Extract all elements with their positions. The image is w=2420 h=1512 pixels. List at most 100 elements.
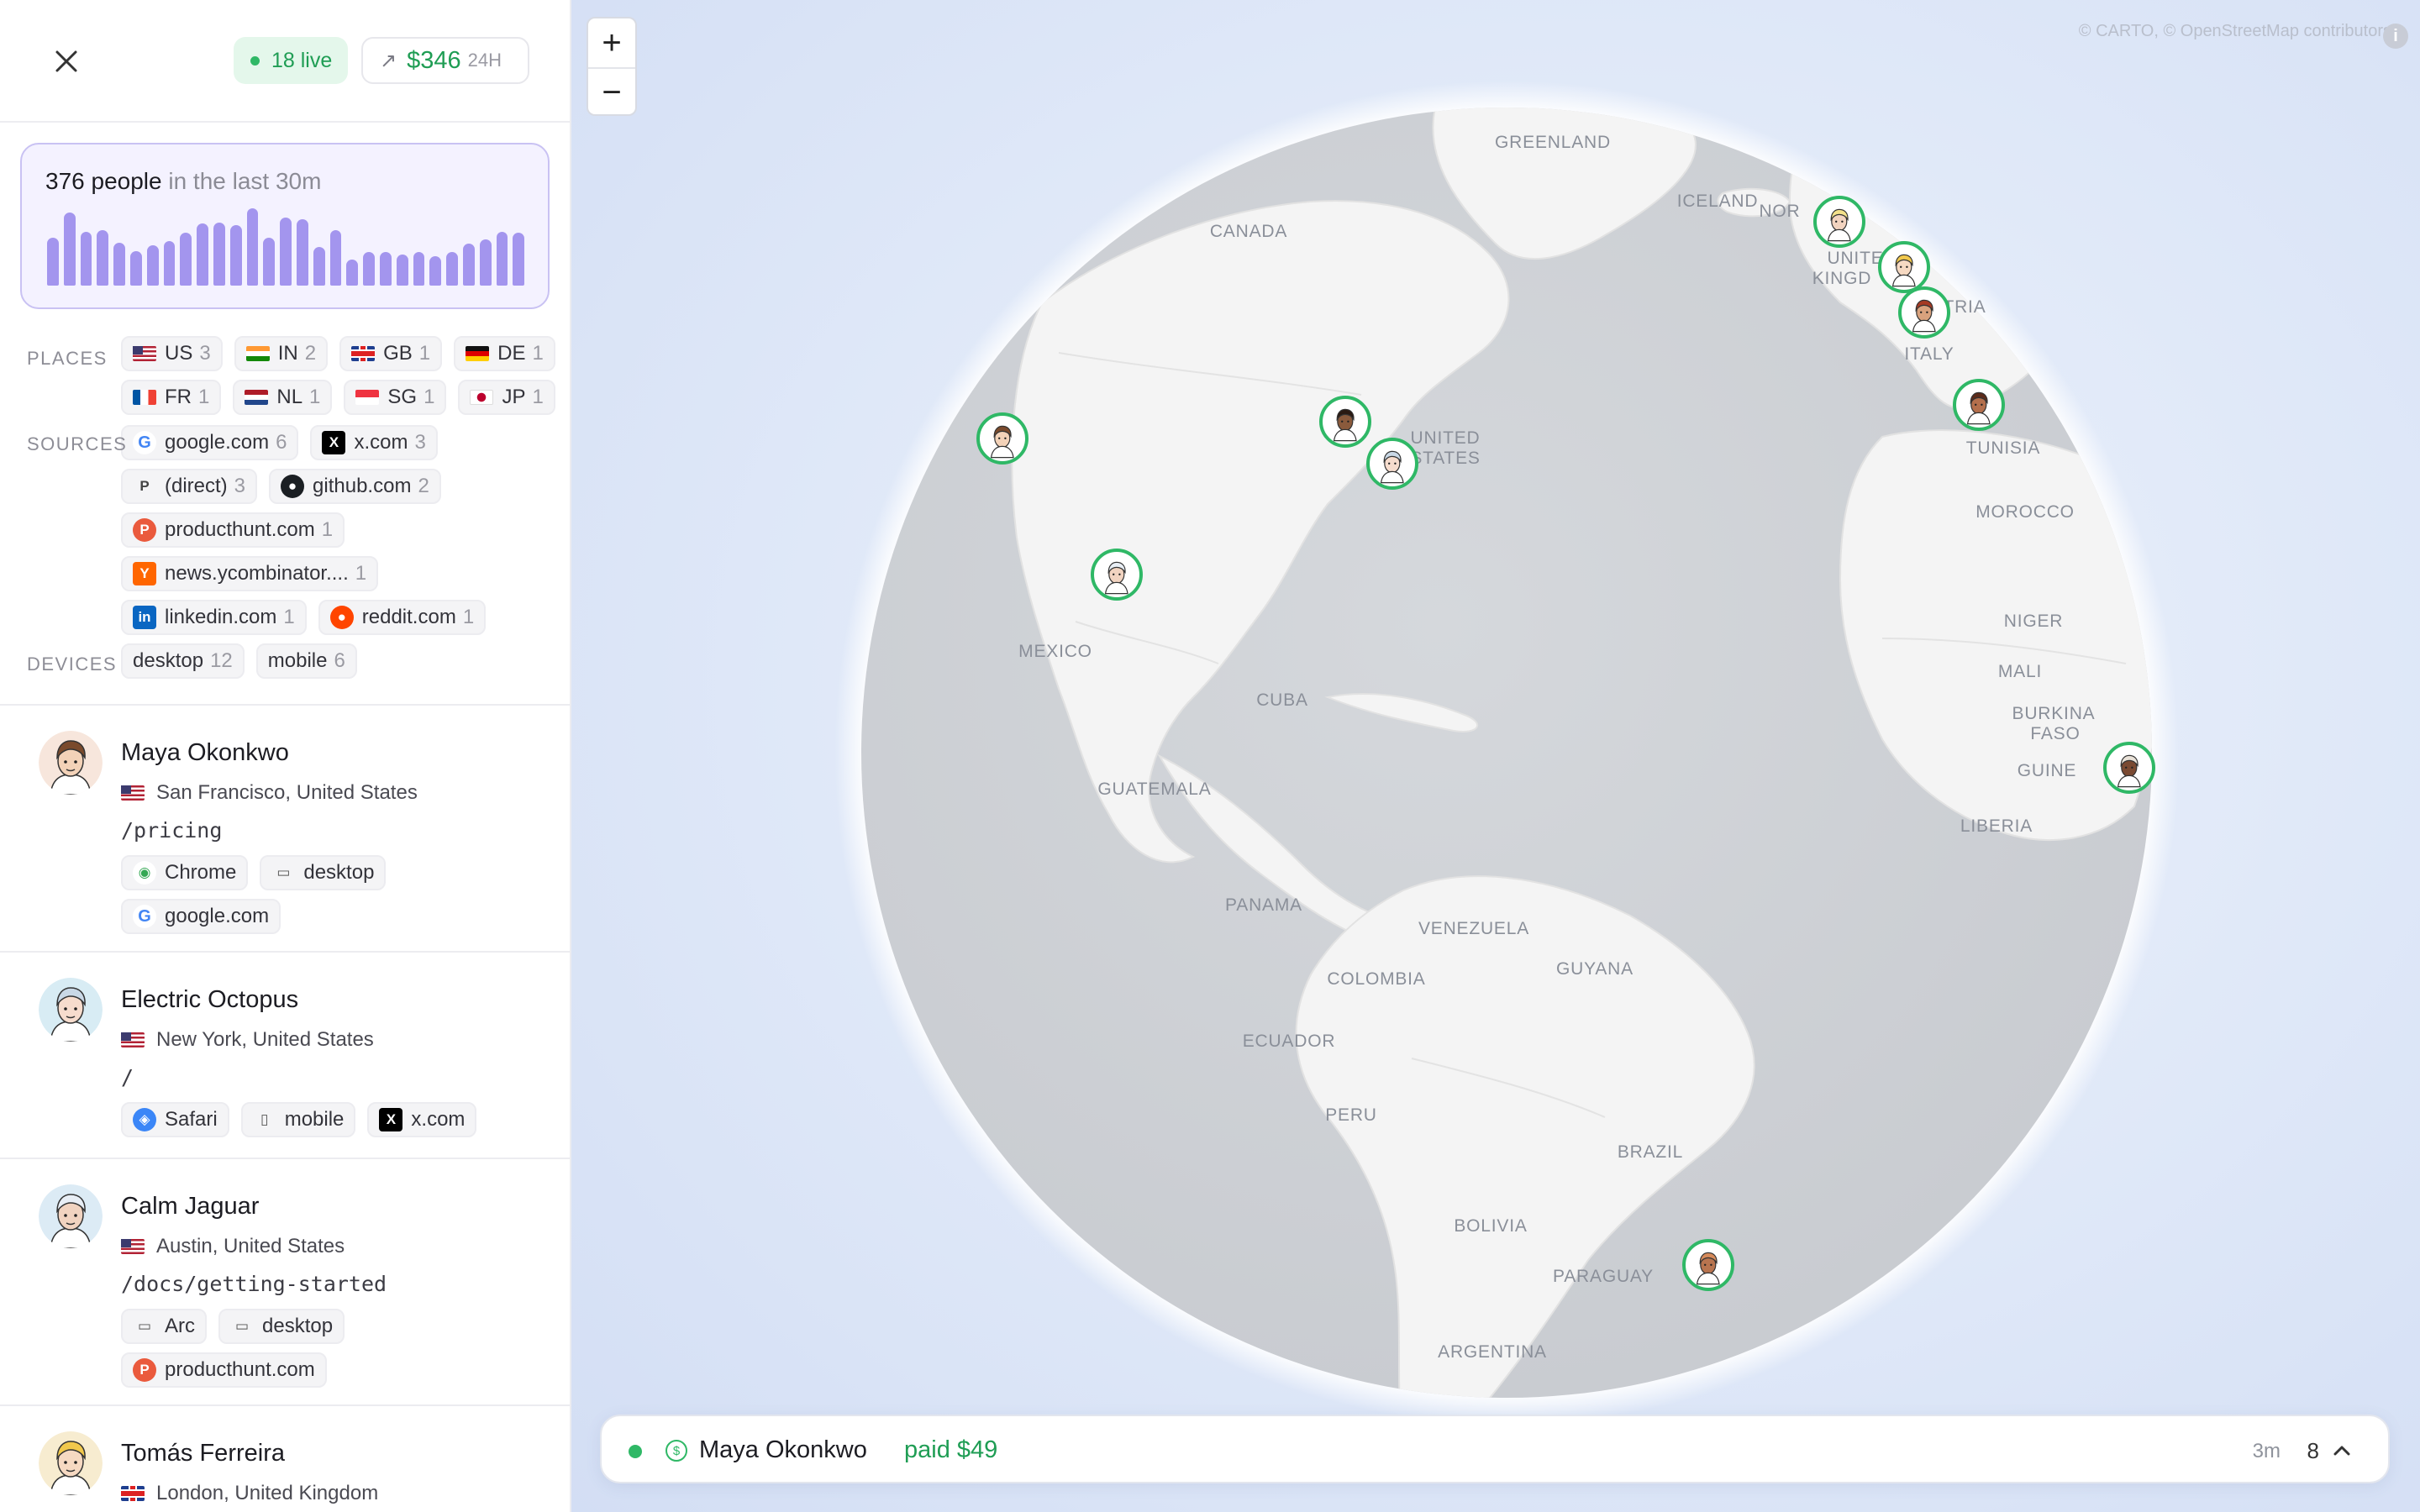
source-chip-count: 2 (418, 475, 429, 497)
country-label: BURKINA (2012, 704, 2096, 723)
revenue-badge[interactable]: ↗ $346 24H (361, 37, 529, 84)
map-attribution[interactable]: © CARTO, © OpenStreetMap contributors (2079, 22, 2391, 41)
devices-label: DEVICES (27, 654, 118, 675)
zoom-in-button[interactable]: + (588, 18, 635, 67)
country-label: BOLIVIA (1454, 1216, 1527, 1236)
device-chip-desktop[interactable]: desktop 12 (121, 643, 245, 679)
globe-map[interactable]: GREENLAND ICELAND NOR CANADA UNITE KINGD TRIA I… (571, 0, 2420, 1512)
visitor-marker[interactable] (1898, 286, 1950, 339)
flag-gb-icon (351, 346, 376, 361)
device-tag-label: mobile (284, 1108, 345, 1131)
source-chip[interactable]: ● reddit.com 1 (318, 600, 487, 635)
visitor-marker[interactable] (1953, 379, 2005, 431)
filters: PLACES US 3 IN 2 GB 1 DE 1 FR 1 NL 1 SG 1 JP 1 SOURCES … (0, 336, 570, 1512)
browser-tag[interactable]: ◉ Chrome (121, 855, 249, 890)
source-chip-label: (direct) (165, 475, 228, 497)
device-chip-mobile-count: 6 (334, 649, 345, 672)
source-tag[interactable]: Xx.com (367, 1102, 477, 1137)
place-chip-in[interactable]: IN 2 (234, 336, 329, 371)
browser-tag-label: Arc (165, 1315, 195, 1337)
live-count-badge[interactable]: 18 live (234, 37, 348, 84)
country-label: UNITED (1411, 428, 1481, 448)
place-chip-nl[interactable]: NL 1 (233, 380, 333, 415)
place-chip-de-label: DE (497, 342, 526, 365)
chrome-icon: ◉ (133, 861, 156, 885)
visitor-location-text: Austin, United States (156, 1235, 345, 1257)
traffic-bar (80, 232, 92, 286)
app-root: 18 live ↗ $346 24H 376 people in the las… (0, 0, 2420, 1512)
visitor-card[interactable]: Calm Jaguar Austin, United States/docs/ge… (0, 1159, 570, 1406)
source-chip[interactable]: ● github.com 2 (269, 469, 441, 504)
place-chip-jp[interactable]: JP 1 (458, 380, 555, 415)
flag-us-icon (121, 1239, 145, 1254)
source-tag[interactable]: Pproducthunt.com (121, 1352, 327, 1388)
traffic-bar (280, 218, 292, 286)
place-chip-gb[interactable]: GB 1 (339, 336, 443, 371)
zoom-out-button[interactable]: − (588, 67, 635, 116)
browser-tag[interactable]: ▭ Arc (121, 1309, 207, 1344)
country-label: CUBA (1256, 690, 1308, 710)
traffic-bar (329, 230, 342, 286)
device-chip-mobile[interactable]: mobile 6 (255, 643, 357, 679)
country-label: GREENLAND (1495, 133, 1611, 152)
place-chip-fr[interactable]: FR 1 (121, 380, 222, 415)
traffic-bar (197, 223, 208, 286)
device-chip-desktop-label: desktop (133, 649, 204, 672)
device-tag[interactable]: ▭ desktop (218, 1309, 345, 1344)
source-chip[interactable]: Ggoogle.com 6 (121, 425, 299, 460)
live-count-label: 18 live (271, 48, 333, 72)
visitor-card[interactable]: Maya Okonkwo San Francisco, United States… (0, 706, 570, 953)
source-chip-count: 1 (462, 606, 475, 628)
visitor-marker[interactable] (2103, 742, 2155, 794)
country-label: ECUADOR (1243, 1032, 1336, 1051)
place-chip-us[interactable]: US 3 (121, 336, 223, 371)
country-label: MEXICO (1018, 642, 1092, 661)
source-chip[interactable]: Xx.com 3 (310, 425, 438, 460)
device-tag[interactable]: ▯ mobile (240, 1102, 356, 1137)
traffic-bar (313, 247, 325, 286)
info-icon[interactable]: i (2383, 24, 2408, 49)
visitor-marker[interactable] (1366, 438, 1418, 490)
place-chip-de[interactable]: DE 1 (454, 336, 555, 371)
country-label: NOR (1759, 202, 1800, 221)
visitor-card[interactable]: Electric Octopus New York, United States /… (0, 953, 570, 1159)
traffic-headline: 376 people in the last 30m (45, 168, 321, 195)
place-chip-sg[interactable]: SG 1 (344, 380, 447, 415)
source-chip[interactable]: Pproducthunt.com 1 (121, 512, 345, 548)
device-tag-label: desktop (303, 861, 375, 884)
github-icon: ● (281, 475, 305, 498)
visitor-marker[interactable] (976, 412, 1028, 465)
visitor-marker[interactable] (1682, 1239, 1734, 1291)
visitor-marker[interactable] (1319, 396, 1371, 448)
source-chip-label: news.ycombinator.... (165, 562, 349, 585)
country-label: GUINE (2018, 761, 2077, 780)
device-tag-label: desktop (262, 1315, 334, 1337)
visitor-marker[interactable] (1878, 241, 1930, 293)
traffic-card[interactable]: 376 people in the last 30m (20, 143, 550, 309)
device-chip-mobile-label: mobile (267, 649, 328, 672)
place-chip-nl-label: NL (276, 386, 303, 408)
source-chip-count: 1 (321, 518, 334, 541)
source-chip[interactable]: P (direct) 3 (121, 469, 258, 504)
visitor-marker[interactable] (1091, 549, 1143, 601)
browser-tag[interactable]: ◈ Safari (121, 1102, 229, 1137)
source-chip[interactable]: Ynews.ycombinator.... 1 (121, 556, 379, 591)
flag-in-icon (245, 346, 270, 361)
device-tag[interactable]: ▭ desktop (260, 855, 387, 890)
visitor-card[interactable]: Tomás Ferreira London, United Kingdom (0, 1406, 570, 1512)
close-button[interactable] (47, 42, 86, 81)
chevron-up-icon[interactable] (2329, 1438, 2354, 1463)
x-icon: X (322, 431, 346, 454)
source-tag[interactable]: Ggoogle.com (121, 899, 281, 934)
visitor-tags: ◈ Safari ▯ mobile Xx.com (121, 1102, 558, 1146)
traffic-bar (346, 260, 359, 286)
place-chip-us-label: US (165, 342, 193, 365)
source-chip-count: 3 (234, 475, 246, 497)
payment-ticker[interactable]: $ Maya Okonkwo paid $49 3m 8 (600, 1415, 2390, 1483)
ticker-event-count: 8 (2307, 1438, 2319, 1463)
place-chip-in-count: 2 (304, 342, 317, 365)
source-chip[interactable]: in linkedin.com 1 (121, 600, 307, 635)
traffic-bar (129, 251, 142, 286)
visitor-marker[interactable] (1813, 196, 1865, 248)
traffic-bar (146, 245, 159, 286)
